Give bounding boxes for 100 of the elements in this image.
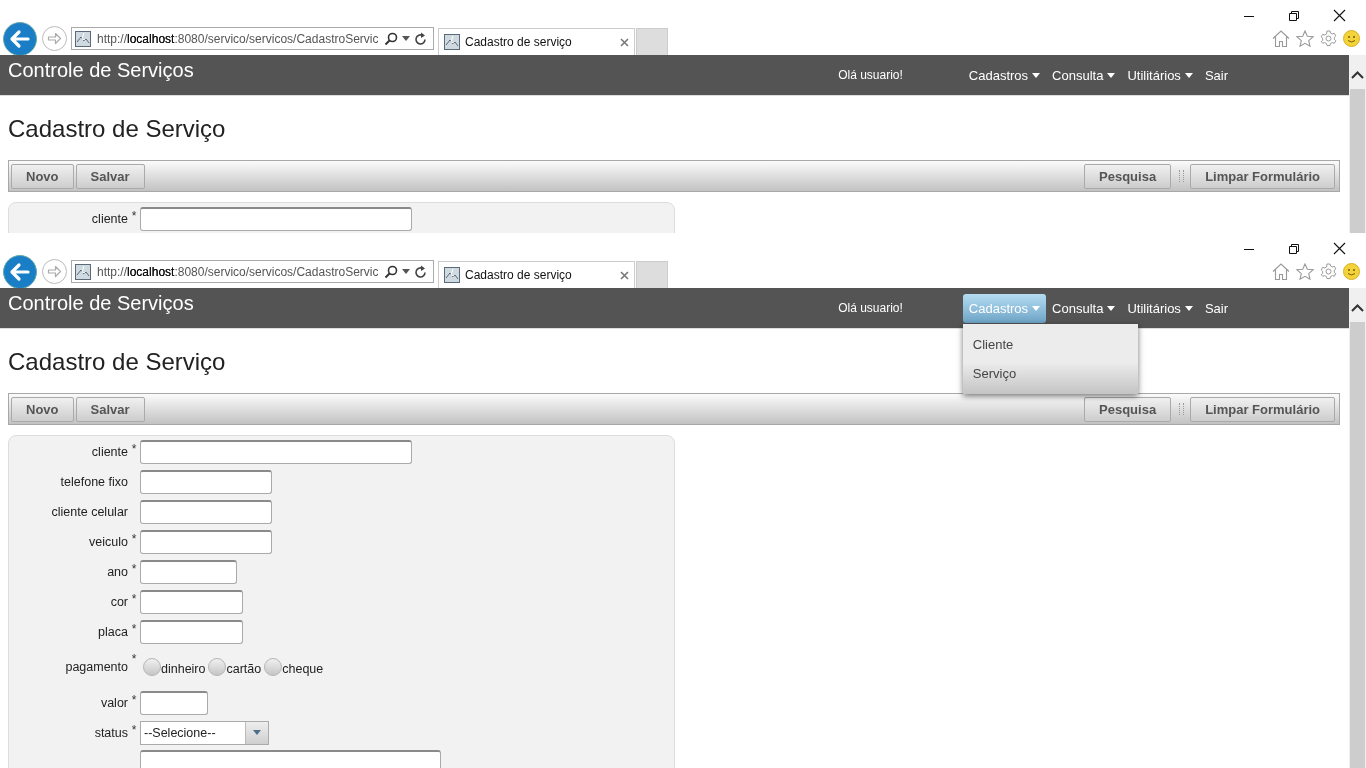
radio-label: cheque (282, 662, 324, 676)
search-icon[interactable] (384, 31, 398, 46)
menu-item[interactable]: Serviço (962, 358, 1138, 388)
radio-label: dinheiro (161, 662, 206, 676)
scrollbar[interactable] (1349, 288, 1366, 768)
tab-title: Cadastro de serviço (465, 268, 573, 282)
input-field[interactable] (140, 690, 208, 715)
smiley-icon[interactable] (1343, 30, 1360, 47)
input-field[interactable] (140, 619, 243, 644)
input-field[interactable] (140, 499, 272, 524)
home-icon[interactable] (1272, 30, 1290, 47)
required-mark: * (130, 531, 138, 546)
smiley-icon[interactable] (1343, 263, 1360, 280)
caret-icon (1184, 72, 1193, 78)
required-mark: * (130, 692, 138, 707)
radio-button[interactable] (208, 658, 227, 676)
caret-icon (1107, 305, 1116, 311)
dropdown-icon[interactable] (402, 269, 410, 274)
field-label: telefone fixo (59, 474, 128, 489)
toolbar-button[interactable]: Pesquisa (1084, 163, 1172, 189)
input-field[interactable] (140, 559, 237, 584)
input-field[interactable] (140, 469, 272, 494)
forward-icon[interactable] (42, 259, 67, 284)
caret-icon (1032, 305, 1041, 311)
address-field[interactable]: http://localhost:8080/servico/servicos/CadastroServic (71, 260, 434, 283)
nav-menu-item[interactable]: Sair (1198, 60, 1234, 90)
required-mark: * (130, 561, 138, 576)
nav-menu-item[interactable]: Consulta (1046, 293, 1122, 323)
home-icon[interactable] (1272, 263, 1290, 280)
radio-label: cartão (226, 662, 262, 676)
input-field[interactable] (140, 206, 412, 231)
back-icon[interactable] (3, 254, 37, 289)
greeting-text: Olá usuario! (838, 301, 903, 315)
select-field[interactable]: --Selecione-- (140, 720, 269, 745)
page-icon (444, 34, 460, 50)
field-label: valor (99, 695, 128, 710)
refresh-icon[interactable] (414, 264, 427, 279)
caret-icon (1184, 305, 1193, 311)
page-icon (444, 267, 460, 283)
close-icon[interactable] (1333, 9, 1346, 22)
page-icon (75, 263, 91, 280)
restore-icon[interactable] (1288, 10, 1300, 22)
required-mark: * (130, 651, 138, 666)
field-label: status (93, 725, 128, 740)
nav-menu-item[interactable]: Utilitários (1121, 293, 1199, 323)
toolbar-button[interactable]: Limpar Formulário (1190, 396, 1335, 422)
nav-menu-item[interactable]: Utilitários (1121, 60, 1199, 90)
restore-icon[interactable] (1288, 243, 1300, 255)
field-label: cor (109, 594, 128, 609)
scrollbar-thumb[interactable] (1350, 322, 1365, 768)
nav-menu-item[interactable]: Consulta (1046, 60, 1122, 90)
field-label: ano (106, 564, 128, 579)
required-mark: * (130, 722, 138, 737)
required-mark: * (130, 591, 138, 606)
required-mark: * (130, 208, 138, 223)
caret-icon (253, 730, 261, 735)
scrollbar-thumb[interactable] (1350, 89, 1365, 233)
field-label: placa (97, 624, 128, 639)
address-field[interactable]: http://localhost:8080/servico/servicos/CadastroServic (71, 27, 434, 50)
refresh-icon[interactable] (414, 31, 427, 46)
nav-menu-item[interactable]: Sair (1198, 293, 1234, 323)
radio-button[interactable] (143, 658, 161, 676)
input-field[interactable] (140, 589, 243, 614)
field-label: cliente (90, 211, 128, 226)
star-icon[interactable] (1296, 30, 1314, 47)
radio-button[interactable] (264, 658, 283, 676)
field-label: cliente (90, 444, 128, 459)
search-icon[interactable] (384, 264, 398, 279)
toolbar-button[interactable]: Salvar (75, 396, 145, 422)
caret-icon (1032, 72, 1041, 78)
app-brand[interactable]: Controle de Serviços (0, 55, 194, 82)
close-icon[interactable] (1333, 242, 1346, 255)
star-icon[interactable] (1296, 263, 1314, 280)
field-label: pagamento (64, 660, 128, 674)
tab-title: Cadastro de serviço (465, 35, 573, 49)
app-brand[interactable]: Controle de Serviços (0, 288, 194, 315)
settings-icon[interactable] (1320, 30, 1337, 47)
input-field[interactable] (140, 529, 272, 554)
forward-icon[interactable] (42, 26, 67, 51)
required-mark: * (130, 441, 138, 456)
toolbar-button[interactable]: Novo (11, 396, 74, 422)
field-label: veiculo (88, 534, 128, 549)
greeting-text: Olá usuario! (838, 68, 903, 82)
settings-icon[interactable] (1320, 263, 1337, 280)
dropdown-icon[interactable] (402, 36, 410, 41)
toolbar-button[interactable]: Limpar Formulário (1190, 163, 1335, 189)
toolbar-button[interactable]: Novo (11, 163, 74, 189)
page-title: Cadastro de Serviço (8, 115, 226, 143)
toolbar-button[interactable]: Salvar (75, 163, 145, 189)
input-field[interactable] (140, 439, 412, 464)
caret-icon (1107, 72, 1116, 78)
nav-menu-item[interactable]: Cadastros (962, 60, 1047, 90)
field-label: cliente celular (50, 504, 128, 519)
page-title: Cadastro de Serviço (8, 348, 226, 376)
back-icon[interactable] (3, 21, 37, 56)
required-mark: * (130, 621, 138, 636)
toolbar-button[interactable]: Pesquisa (1084, 396, 1172, 422)
page-icon (75, 30, 91, 47)
menu-item[interactable]: Cliente (962, 329, 1138, 359)
scrollbar[interactable] (1349, 55, 1366, 233)
